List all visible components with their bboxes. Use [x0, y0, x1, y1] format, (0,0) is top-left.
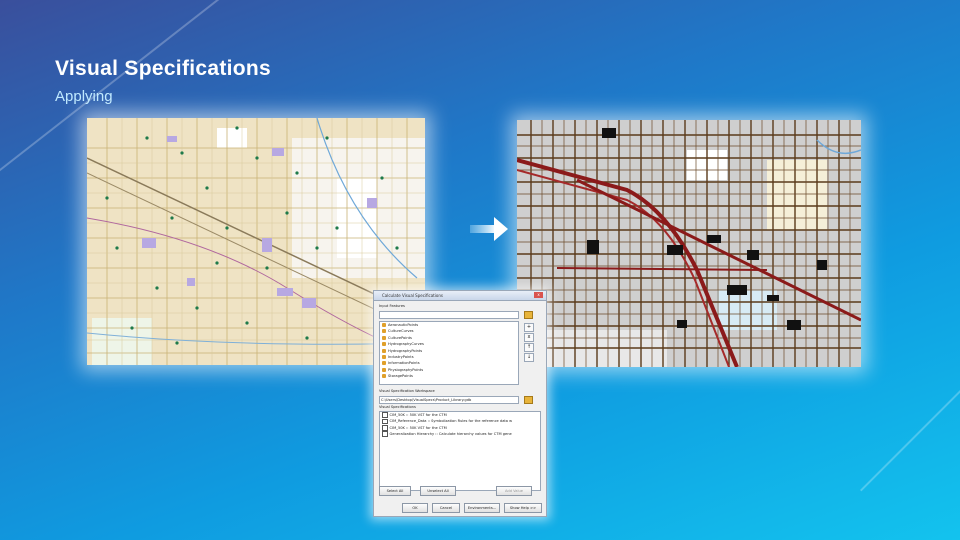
visual-specifications-list[interactable]: CIM_50K :: 50K VST for the CTM CIM_Refer… — [379, 411, 541, 491]
cancel-button[interactable]: Cancel — [432, 503, 460, 513]
move-down-button[interactable]: ↓ — [524, 353, 534, 362]
ok-button[interactable]: OK — [402, 503, 428, 513]
checkbox[interactable] — [382, 412, 388, 418]
list-item[interactable]: Generalization Hierarchy :: Calculate hi… — [380, 431, 540, 437]
feature-class-icon — [382, 335, 386, 340]
feature-class-icon — [382, 342, 386, 347]
show-help-button[interactable]: Show Help >> — [504, 503, 542, 513]
visual-specifications-label: Visual Specifications — [379, 405, 416, 409]
calculate-visual-specifications-dialog: Calculate Visual Specifications x Input … — [373, 290, 547, 517]
decorative-line — [860, 361, 960, 492]
input-features-field[interactable] — [379, 311, 519, 319]
dialog-titlebar: Calculate Visual Specifications x — [374, 291, 546, 301]
right-arrow-icon — [470, 215, 510, 248]
dialog-title: Calculate Visual Specifications — [382, 293, 443, 298]
add-button[interactable]: + — [524, 323, 534, 332]
input-features-label: Input Features — [379, 304, 405, 308]
move-up-button[interactable]: ↑ — [524, 343, 534, 352]
list-item[interactable]: StoragePoints — [380, 373, 518, 379]
environments-button[interactable]: Environments... — [464, 503, 500, 513]
map-image-after — [517, 120, 861, 367]
feature-class-icon — [382, 354, 386, 359]
folder-icon[interactable] — [524, 311, 533, 319]
slide-subtitle: Applying — [55, 88, 113, 105]
checkbox[interactable] — [382, 418, 388, 425]
checkbox[interactable] — [382, 431, 388, 437]
add-value-button[interactable]: Add Value — [496, 486, 532, 496]
slide-title: Visual Specifications — [55, 57, 271, 80]
workspace-label: Visual Specification Workspace — [379, 389, 435, 393]
workspace-value: C:\Users\Desktop\VisualSpecs\Product_Lib… — [381, 398, 472, 402]
unselect-all-button[interactable]: Unselect All — [420, 486, 456, 496]
remove-button[interactable]: x — [524, 333, 534, 342]
feature-class-icon — [382, 329, 386, 334]
feature-class-icon — [382, 361, 386, 366]
folder-icon[interactable] — [524, 396, 533, 404]
close-icon[interactable]: x — [534, 292, 543, 298]
workspace-field[interactable]: C:\Users\Desktop\VisualSpecs\Product_Lib… — [379, 396, 519, 404]
feature-class-icon — [382, 374, 386, 379]
feature-class-icon — [382, 367, 386, 372]
input-features-list[interactable]: AeronauticPoints CultureCurves CulturePo… — [379, 321, 519, 385]
select-all-button[interactable]: Select All — [379, 486, 411, 496]
feature-class-icon — [382, 348, 386, 353]
feature-class-icon — [382, 323, 386, 327]
checkbox[interactable] — [382, 425, 388, 431]
